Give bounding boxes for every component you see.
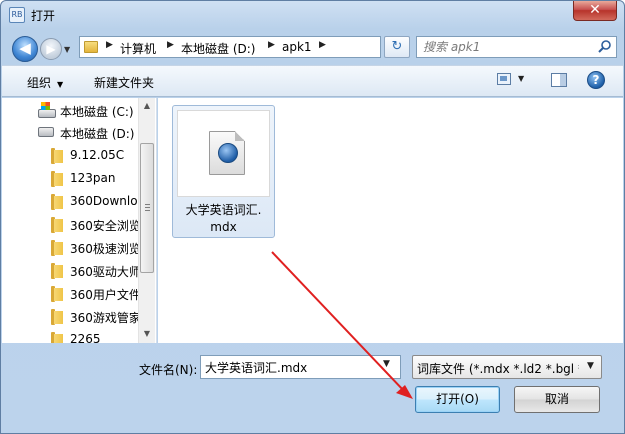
search-box[interactable] — [416, 36, 617, 58]
filename-combobox[interactable]: ▼ — [200, 355, 401, 379]
change-view-icon[interactable] — [497, 73, 511, 85]
folder-icon — [51, 286, 63, 302]
sidebar-item-drive-c[interactable]: 本地磁盘 (C:) — [2, 100, 142, 122]
navigation-scrollbar[interactable]: ▲ ▼ — [138, 98, 155, 343]
open-button[interactable]: 打开(O) — [415, 386, 500, 413]
folder-icon — [51, 332, 63, 343]
address-bar[interactable]: ▶ 计算机 ▶ 本地磁盘 (D:) ▶ apk1 ▶ ▼ — [79, 36, 454, 58]
sidebar-item-folder[interactable]: 360极速浏览器 — [2, 237, 142, 259]
organize-menu[interactable]: 组织 ▼ — [27, 74, 63, 91]
folder-icon — [51, 148, 63, 164]
organize-label: 组织 — [27, 76, 52, 90]
breadcrumb-computer[interactable]: 计算机 — [120, 40, 156, 57]
folder-icon — [51, 171, 63, 187]
sidebar-item-folder[interactable]: 2265 — [2, 329, 142, 343]
file-item[interactable]: 大学英语词汇. mdx — [172, 105, 275, 238]
sidebar-item-label: 本地磁盘 (D:) — [60, 127, 135, 141]
refresh-button[interactable]: ↻ — [384, 36, 410, 58]
folder-icon — [84, 41, 98, 53]
window-title: 打开 — [31, 9, 56, 23]
sidebar-item-folder[interactable]: 9.12.05C — [2, 145, 142, 167]
sidebar-item-label: 360Downloads — [70, 194, 142, 208]
sidebar-item-folder[interactable]: 360用户文件 — [2, 283, 142, 305]
file-name-line: mdx — [210, 220, 237, 234]
search-input[interactable] — [423, 39, 593, 55]
chevron-down-icon: ▼ — [57, 80, 64, 89]
file-type-select[interactable]: 词库文件 (*.mdx *.ld2 *.bgl *.dsl *. ▼ — [412, 355, 602, 379]
cancel-button[interactable]: 取消 — [514, 386, 600, 413]
breadcrumb-apk1[interactable]: apk1 — [282, 40, 312, 54]
back-button[interactable]: ◀ — [12, 36, 38, 62]
sidebar-item-label: 本地磁盘 (C:) — [60, 105, 134, 119]
drive-icon — [38, 127, 54, 137]
sidebar-item-folder[interactable]: 123pan — [2, 168, 142, 190]
sidebar-item-folder[interactable]: 360安全浏览器 — [2, 214, 142, 236]
folder-icon — [51, 217, 63, 233]
mdx-dictionary-file-icon — [209, 131, 245, 175]
file-name-line: 大学英语词汇. — [185, 203, 262, 217]
sidebar-item-label: 360驱动大师 — [70, 265, 141, 279]
search-icon[interactable] — [597, 39, 613, 55]
forward-button[interactable]: ▶ — [40, 38, 62, 60]
folder-icon — [51, 263, 63, 279]
file-thumbnail — [177, 110, 270, 197]
sidebar-item-label: 123pan — [70, 171, 116, 185]
sidebar-item-folder[interactable]: 360Downloads — [2, 191, 142, 213]
file-list[interactable]: 大学英语词汇. mdx — [158, 98, 623, 343]
file-type-value: 词库文件 (*.mdx *.ld2 *.bgl *.dsl *. — [417, 362, 579, 376]
help-icon[interactable]: ? — [587, 71, 605, 89]
scroll-up-icon[interactable]: ▲ — [139, 98, 155, 114]
sidebar-item-label: 360安全浏览器 — [70, 219, 142, 233]
sidebar-item-label: 360用户文件 — [70, 288, 141, 302]
navigation-pane[interactable]: 本地磁盘 (C:) 本地磁盘 (D:) 9.12.05C 123pan 360D… — [2, 98, 157, 343]
filename-input[interactable] — [205, 359, 375, 375]
filename-label: 文件名(N): — [139, 363, 198, 377]
sidebar-item-label: 360极速浏览器 — [70, 242, 142, 256]
title-bar[interactable]: RB 打开 ✕ — [1, 1, 624, 29]
breadcrumb-separator-icon[interactable]: ▶ — [268, 40, 275, 50]
toolbar: 组织 ▼ 新建文件夹 ▼ ? — [2, 65, 623, 97]
grip-icon — [145, 204, 150, 212]
preview-pane-icon[interactable] — [551, 73, 567, 87]
sidebar-item-folder[interactable]: 360游戏管家 — [2, 306, 142, 328]
scroll-down-icon[interactable]: ▼ — [139, 326, 155, 342]
chevron-down-icon[interactable]: ▼ — [587, 361, 594, 371]
breadcrumb-separator-icon[interactable]: ▶ — [167, 40, 174, 50]
chevron-down-icon[interactable]: ▼ — [383, 359, 390, 369]
file-name: 大学英语词汇. mdx — [175, 202, 272, 236]
sidebar-item-label: 9.12.05C — [70, 148, 125, 162]
sidebar-item-folder[interactable]: 360驱动大师 — [2, 260, 142, 282]
app-icon: RB — [9, 7, 25, 23]
breadcrumb-drive-d[interactable]: 本地磁盘 (D:) — [181, 40, 255, 57]
breadcrumb-separator-icon[interactable]: ▶ — [106, 40, 113, 50]
open-file-dialog: RB 打开 ✕ ◀ ▶ ▼ ▶ 计算机 ▶ 本地磁盘 (D:) ▶ apk1 ▶… — [0, 0, 625, 434]
sidebar-item-label: 2265 — [70, 332, 101, 343]
sidebar-item-label: 360游戏管家 — [70, 311, 141, 325]
system-drive-icon — [38, 102, 56, 118]
breadcrumb-separator-icon[interactable]: ▶ — [319, 40, 326, 50]
folder-icon — [51, 309, 63, 325]
scrollbar-thumb[interactable] — [140, 143, 154, 273]
view-options-dropdown-icon[interactable]: ▼ — [518, 74, 524, 83]
dictionary-badge-icon — [218, 143, 238, 163]
new-folder-button[interactable]: 新建文件夹 — [94, 74, 154, 91]
sidebar-item-drive-d[interactable]: 本地磁盘 (D:) — [2, 122, 142, 144]
folder-icon — [51, 240, 63, 256]
folder-icon — [51, 194, 63, 210]
recent-locations-dropdown-icon[interactable]: ▼ — [64, 45, 74, 55]
close-button[interactable]: ✕ — [573, 1, 617, 21]
